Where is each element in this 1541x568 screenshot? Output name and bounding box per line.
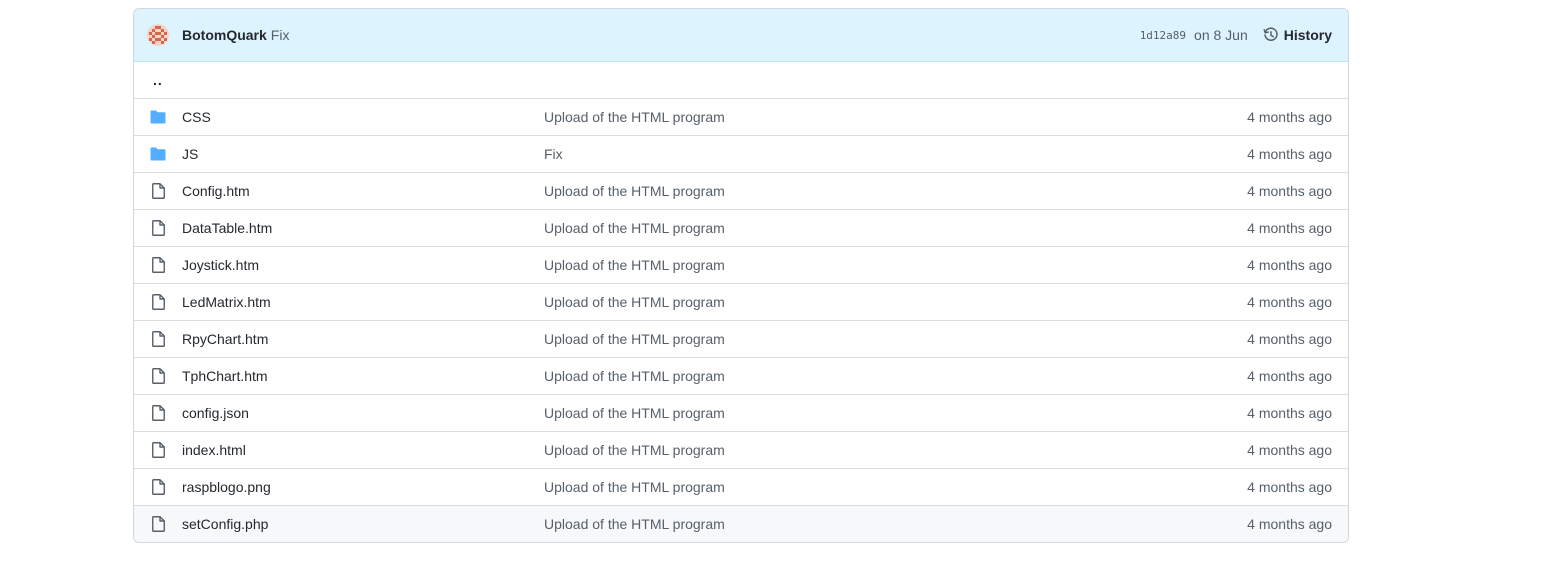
commit-message-link[interactable]: Fix xyxy=(544,146,1247,162)
file-row[interactable]: TphChart.htm Upload of the HTML program 4 … xyxy=(134,357,1348,394)
commit-age: 4 months ago xyxy=(1247,109,1332,125)
history-button[interactable]: History xyxy=(1263,27,1332,43)
folder-icon xyxy=(150,146,166,162)
commit-age: 4 months ago xyxy=(1247,294,1332,310)
file-icon xyxy=(150,257,166,273)
commit-message-link[interactable]: Upload of the HTML program xyxy=(544,183,1247,199)
file-row[interactable]: LedMatrix.htm Upload of the HTML program 4… xyxy=(134,283,1348,320)
file-name-link[interactable]: LedMatrix.htm xyxy=(182,294,544,310)
commit-message-link[interactable]: Upload of the HTML program xyxy=(544,442,1247,458)
commit-age: 4 months ago xyxy=(1247,183,1332,199)
commit-message-link[interactable]: Upload of the HTML program xyxy=(544,479,1247,495)
commit-message-link[interactable]: Upload of the HTML program xyxy=(544,405,1247,421)
history-icon xyxy=(1263,27,1279,43)
commit-age: 4 months ago xyxy=(1247,442,1332,458)
commit-age: 4 months ago xyxy=(1247,220,1332,236)
commit-sha[interactable]: 1d12a89 xyxy=(1140,29,1186,42)
file-icon xyxy=(150,442,166,458)
file-icon xyxy=(150,220,166,236)
file-icon xyxy=(150,516,166,532)
file-browser: BotomQuark Fix 1d12a89 on 8 Jun History … xyxy=(133,8,1349,543)
folder-row[interactable]: JS Fix 4 months ago xyxy=(134,135,1348,172)
file-name-link[interactable]: RpyChart.htm xyxy=(182,331,544,347)
commit-age: 4 months ago xyxy=(1247,368,1332,384)
history-label: History xyxy=(1283,27,1332,43)
commit-age: 4 months ago xyxy=(1247,331,1332,347)
file-row[interactable]: raspblogo.png Upload of the HTML program 4… xyxy=(134,468,1348,505)
commit-author[interactable]: BotomQuark xyxy=(182,27,267,43)
file-name-link[interactable]: index.html xyxy=(182,442,544,458)
commit-message-link[interactable]: Upload of the HTML program xyxy=(544,331,1247,347)
commit-message-link[interactable]: Upload of the HTML program xyxy=(544,109,1247,125)
commit-age: 4 months ago xyxy=(1247,405,1332,421)
file-name-link[interactable]: TphChart.htm xyxy=(182,368,544,384)
file-name-link[interactable]: Joystick.htm xyxy=(182,257,544,273)
parent-directory-row[interactable]: .. xyxy=(134,62,1348,98)
commit-date: on 8 Jun xyxy=(1194,27,1248,43)
file-icon xyxy=(150,183,166,199)
file-row[interactable]: Config.htm Upload of the HTML program 4 mo… xyxy=(134,172,1348,209)
folder-name-link[interactable]: JS xyxy=(182,146,544,162)
commit-age: 4 months ago xyxy=(1247,146,1332,162)
commit-age: 4 months ago xyxy=(1247,257,1332,273)
file-name-link[interactable]: setConfig.php xyxy=(182,516,544,532)
file-icon xyxy=(150,331,166,347)
folder-name-link[interactable]: CSS xyxy=(182,109,544,125)
commit-message-link[interactable]: Upload of the HTML program xyxy=(544,368,1247,384)
file-name-link[interactable]: DataTable.htm xyxy=(182,220,544,236)
commit-age: 4 months ago xyxy=(1247,479,1332,495)
commit-message[interactable]: Fix xyxy=(271,27,290,43)
author-avatar[interactable] xyxy=(147,24,169,46)
file-row[interactable]: Joystick.htm Upload of the HTML program 4 … xyxy=(134,246,1348,283)
file-row[interactable]: DataTable.htm Upload of the HTML program 4… xyxy=(134,209,1348,246)
file-list: CSS Upload of the HTML program 4 months ag… xyxy=(134,98,1348,542)
file-icon xyxy=(150,368,166,384)
commit-message-link[interactable]: Upload of the HTML program xyxy=(544,257,1247,273)
commit-message-link[interactable]: Upload of the HTML program xyxy=(544,516,1247,532)
commit-meta: 1d12a89 on 8 Jun History xyxy=(1140,27,1332,43)
file-name-link[interactable]: Config.htm xyxy=(182,183,544,199)
folder-row[interactable]: CSS Upload of the HTML program 4 months ag… xyxy=(134,98,1348,135)
commit-message-link[interactable]: Upload of the HTML program xyxy=(544,294,1247,310)
file-row[interactable]: setConfig.php Upload of the HTML program 4… xyxy=(134,505,1348,542)
commit-age: 4 months ago xyxy=(1247,516,1332,532)
file-icon xyxy=(150,405,166,421)
commit-message-link[interactable]: Upload of the HTML program xyxy=(544,220,1247,236)
file-icon xyxy=(150,294,166,310)
file-row[interactable]: index.html Upload of the HTML program 4 mo… xyxy=(134,431,1348,468)
file-name-link[interactable]: config.json xyxy=(182,405,544,421)
file-icon xyxy=(150,479,166,495)
parent-directory-link[interactable]: .. xyxy=(150,72,163,88)
file-row[interactable]: RpyChart.htm Upload of the HTML program 4 … xyxy=(134,320,1348,357)
file-name-link[interactable]: raspblogo.png xyxy=(182,479,544,495)
latest-commit-bar: BotomQuark Fix 1d12a89 on 8 Jun History xyxy=(134,9,1348,62)
file-row[interactable]: config.json Upload of the HTML program 4 m… xyxy=(134,394,1348,431)
folder-icon xyxy=(150,109,166,125)
